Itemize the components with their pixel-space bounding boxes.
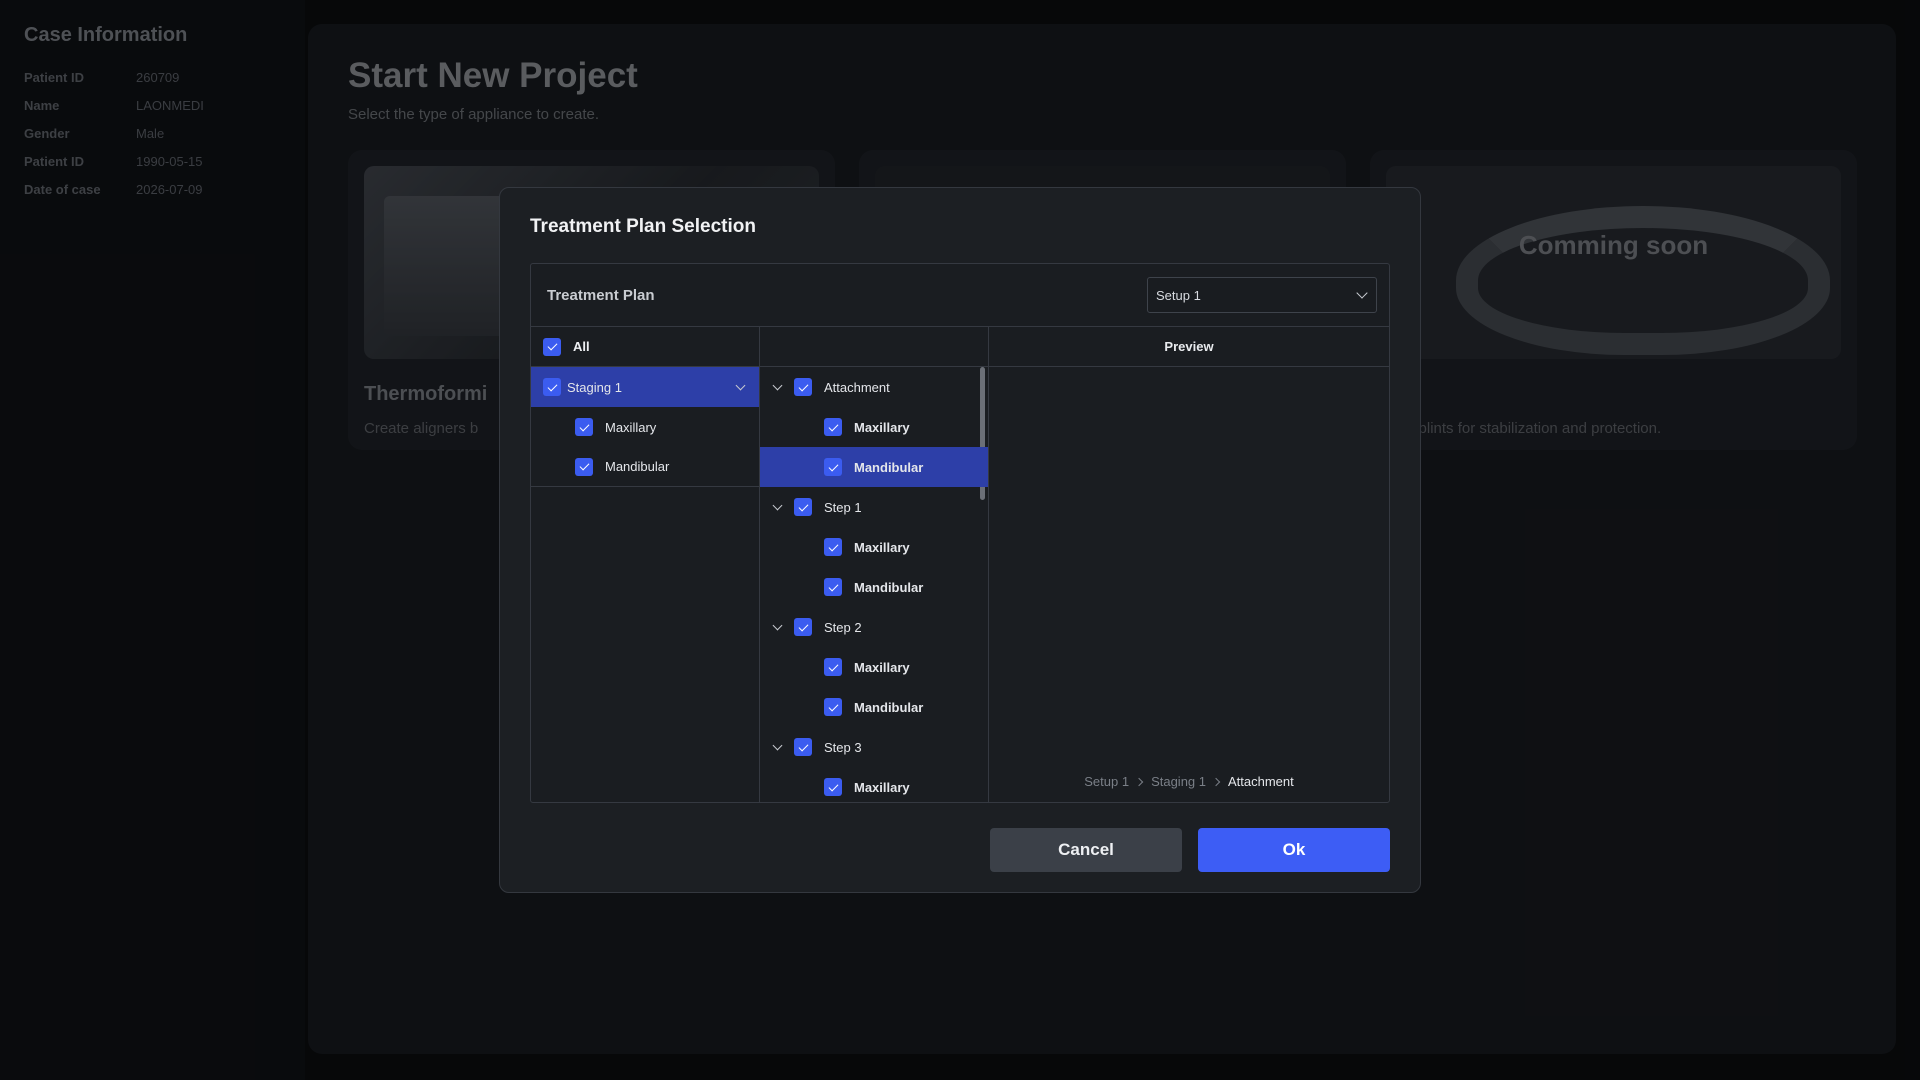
mandibular-checkbox[interactable] [575, 457, 593, 476]
child-label: Maxillary [854, 539, 910, 555]
maxillary-checkbox[interactable] [824, 658, 842, 676]
mandibular-checkbox[interactable] [824, 458, 842, 476]
mandibular-checkbox[interactable] [824, 698, 842, 716]
ok-button[interactable]: Ok [1198, 828, 1390, 872]
step-child-row[interactable]: Mandibular [760, 687, 988, 727]
child-label: Mandibular [854, 459, 924, 475]
step-child-row[interactable]: Maxillary [760, 647, 988, 687]
modal-title: Treatment Plan Selection [530, 216, 756, 237]
panel-header: Treatment Plan Setup 1 [531, 264, 1389, 327]
breadcrumb-item[interactable]: Staging 1 [1151, 774, 1206, 789]
child-label: Maxillary [605, 419, 657, 435]
staging-child-row[interactable]: Mandibular [531, 447, 759, 487]
step-checkbox[interactable] [794, 618, 812, 636]
preview-column: Preview Setup 1 Staging 1 Attachment [989, 327, 1389, 803]
breadcrumb: Setup 1 Staging 1 Attachment [989, 774, 1389, 789]
step-label: Step 1 [824, 499, 862, 515]
preview-label: Preview [1164, 339, 1214, 354]
step-checkbox[interactable] [794, 378, 812, 396]
step-child-row[interactable]: Mandibular [760, 567, 988, 607]
steps-column: Attachment Maxillary Mandibular Step 1 M… [760, 327, 989, 803]
staging-label: Staging 1 [567, 379, 622, 395]
chevron-down-icon[interactable] [735, 382, 745, 392]
child-label: Mandibular [854, 579, 924, 595]
steps-header [760, 327, 988, 367]
child-label: Maxillary [854, 419, 910, 435]
child-label: Mandibular [854, 699, 924, 715]
step-child-row[interactable]: Maxillary [760, 527, 988, 567]
step-child-row[interactable]: Maxillary [760, 407, 988, 447]
treatment-plan-label: Treatment Plan [547, 286, 655, 304]
step-row[interactable]: Attachment [760, 367, 988, 407]
setup-select[interactable]: Setup 1 [1147, 277, 1377, 313]
chevron-down-icon[interactable] [772, 382, 782, 392]
step-row[interactable]: Step 2 [760, 607, 988, 647]
all-label: All [573, 339, 590, 354]
preview-header: Preview [989, 327, 1389, 367]
staging-checkbox[interactable] [543, 378, 561, 396]
staging-child-row[interactable]: Maxillary [531, 407, 759, 447]
all-checkbox[interactable] [543, 337, 561, 356]
treatment-plan-panel: Treatment Plan Setup 1 All Staging 1 Max… [530, 263, 1390, 803]
chevron-down-icon[interactable] [772, 502, 782, 512]
step-row[interactable]: Step 3 [760, 727, 988, 767]
maxillary-checkbox[interactable] [824, 418, 842, 436]
chevron-down-icon [1356, 287, 1368, 299]
all-row[interactable]: All [531, 327, 759, 367]
chevron-down-icon[interactable] [772, 742, 782, 752]
steps-list[interactable]: Attachment Maxillary Mandibular Step 1 M… [760, 367, 988, 803]
chevron-right-icon [1134, 777, 1144, 786]
preview-area [989, 367, 1389, 803]
child-label: Maxillary [854, 659, 910, 675]
treatment-plan-modal: Treatment Plan Selection Treatment Plan … [499, 187, 1421, 893]
step-checkbox[interactable] [794, 738, 812, 756]
child-label: Maxillary [854, 779, 910, 795]
breadcrumb-item[interactable]: Setup 1 [1084, 774, 1129, 789]
cancel-button[interactable]: Cancel [990, 828, 1182, 872]
step-checkbox[interactable] [794, 498, 812, 516]
step-label: Attachment [824, 379, 890, 395]
child-label: Mandibular [605, 459, 670, 474]
step-row[interactable]: Step 1 [760, 487, 988, 527]
maxillary-checkbox[interactable] [824, 538, 842, 556]
step-label: Step 3 [824, 739, 862, 755]
setup-select-value: Setup 1 [1156, 287, 1201, 303]
step-child-row[interactable]: Maxillary [760, 767, 988, 803]
chevron-down-icon[interactable] [772, 622, 782, 632]
staging-column: All Staging 1 Maxillary Mandibular [531, 327, 760, 803]
step-child-row[interactable]: Mandibular [760, 447, 988, 487]
mandibular-checkbox[interactable] [824, 578, 842, 596]
breadcrumb-current: Attachment [1228, 774, 1294, 789]
tree-columns: All Staging 1 Maxillary Mandibular Attac… [531, 327, 1389, 803]
chevron-right-icon [1211, 777, 1221, 786]
maxillary-checkbox[interactable] [575, 418, 593, 436]
staging-row[interactable]: Staging 1 [531, 367, 759, 407]
maxillary-checkbox[interactable] [824, 778, 842, 796]
step-label: Step 2 [824, 619, 862, 635]
